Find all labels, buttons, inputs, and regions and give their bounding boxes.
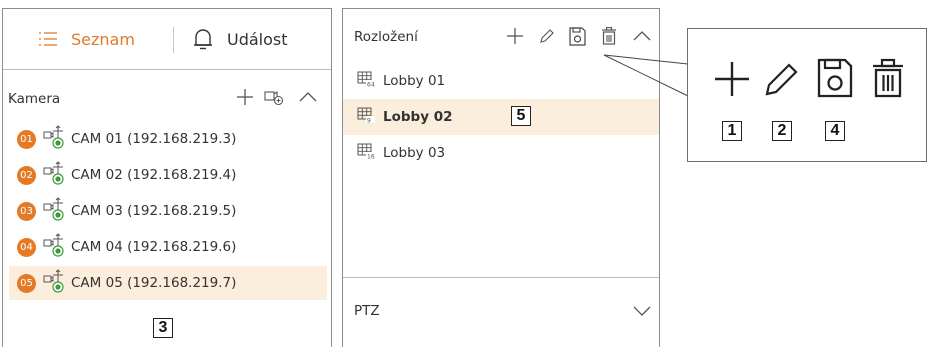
callout-2: 2 xyxy=(772,121,792,141)
save-icon xyxy=(817,58,853,98)
zoom-save-icon-wrap xyxy=(816,57,854,99)
pencil-icon xyxy=(765,63,798,96)
callout-1: 1 xyxy=(722,121,742,141)
zoom-edit-icon-wrap xyxy=(762,59,802,99)
zoom-delete-icon-wrap xyxy=(870,57,906,99)
callout-4: 4 xyxy=(825,121,845,141)
trash-icon xyxy=(873,58,903,98)
zoom-add-icon-wrap xyxy=(712,59,752,99)
toolbar-zoom-callout: 1 2 4 xyxy=(687,28,927,162)
plus-icon xyxy=(715,62,749,96)
